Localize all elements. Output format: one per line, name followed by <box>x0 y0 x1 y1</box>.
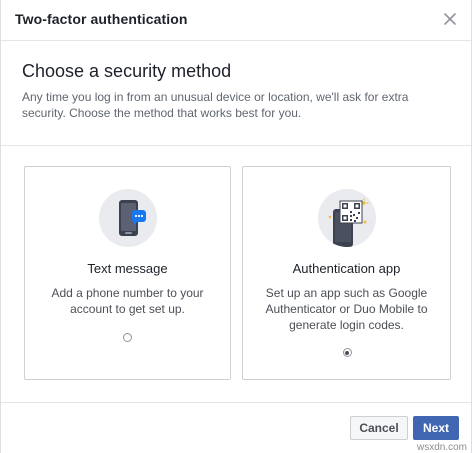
option-description: Add a phone number to your account to ge… <box>51 286 204 316</box>
cancel-button[interactable]: Cancel <box>350 416 408 440</box>
dialog-body: Choose a security method Any time you lo… <box>1 41 471 403</box>
radio-text-message[interactable] <box>122 333 132 342</box>
section-description: Any time you log in from an unusual devi… <box>22 90 409 120</box>
option-title: Text message <box>87 261 168 276</box>
option-title: Authentication app <box>292 261 401 276</box>
option-description: Set up an app such as Google Authenticat… <box>265 286 428 332</box>
dialog-footer: Cancel Next wsxdn.com <box>1 403 471 453</box>
watermark: wsxdn.com <box>416 442 467 453</box>
radio-authentication-app[interactable] <box>342 348 352 357</box>
next-button[interactable]: Next <box>413 416 459 440</box>
option-authentication-app[interactable]: Authentication app Set up an app such as… <box>242 166 451 380</box>
two-factor-dialog: Two-factor authentication Choose a secur… <box>0 0 472 453</box>
dialog-title: Two-factor authentication <box>15 11 188 27</box>
close-icon[interactable] <box>439 8 461 30</box>
section-heading: Choose a security method <box>22 61 232 81</box>
qr-phone-icon <box>317 189 376 247</box>
divider <box>1 145 471 146</box>
phone-chat-icon <box>98 189 157 247</box>
dialog-header: Two-factor authentication <box>1 0 471 41</box>
option-text-message[interactable]: Text message Add a phone number to your … <box>24 166 231 380</box>
